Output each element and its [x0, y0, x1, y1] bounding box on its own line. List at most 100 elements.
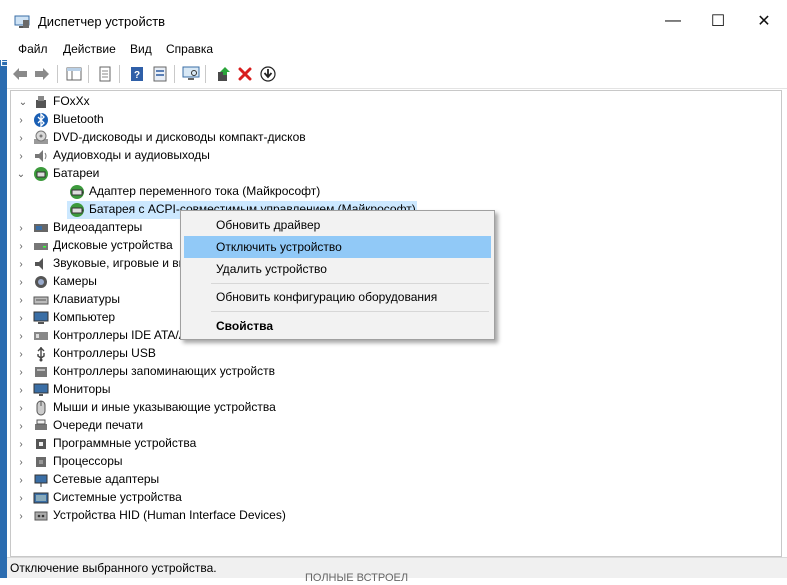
battery-device-icon [70, 203, 84, 217]
toolbar-separator [174, 65, 175, 83]
tree-category-item[interactable]: › Процессоры [19, 453, 551, 471]
chevron-right-icon[interactable]: › [15, 417, 27, 435]
tree-category-item[interactable]: › Системные устройства [19, 489, 551, 507]
mouse-icon [36, 400, 46, 416]
chevron-right-icon[interactable]: › [15, 237, 27, 255]
toolbar-separator [88, 65, 89, 83]
tree-category-item[interactable]: › Контроллеры запоминающих устройств [19, 363, 551, 381]
chevron-right-icon[interactable]: › [15, 345, 27, 363]
background-window-strip: E [0, 40, 8, 585]
properties-toolbar-button[interactable] [95, 64, 115, 84]
toolbar-separator [205, 65, 206, 83]
chevron-right-icon[interactable]: › [15, 291, 27, 309]
usb-icon [37, 347, 45, 362]
chevron-down-icon[interactable]: ⌄ [15, 165, 27, 183]
console-tree-icon [66, 67, 82, 81]
tree-root-label: FOxXx [53, 94, 90, 108]
update-driver-menu-item[interactable]: Обновить драйвер [184, 214, 491, 236]
tree-item-label: Камеры [53, 274, 97, 288]
chevron-right-icon[interactable]: › [15, 471, 27, 489]
chevron-down-icon[interactable]: ⌄ [17, 93, 29, 111]
menu-view[interactable]: Вид [130, 42, 152, 56]
tree-item-label: Клавиатуры [53, 292, 120, 306]
maximize-button[interactable]: ☐ [695, 6, 741, 36]
properties-label: Свойства [216, 319, 274, 333]
uninstall-toolbar-button[interactable] [235, 64, 255, 84]
tree-item-label: Аудиовходы и аудиовыходы [53, 148, 210, 162]
back-button[interactable] [10, 64, 30, 84]
update-driver-label: Обновить драйвер [216, 218, 321, 232]
scan-hardware-toolbar-button[interactable] [181, 64, 201, 84]
show-hide-console-tree-button[interactable] [64, 64, 84, 84]
chevron-right-icon[interactable]: › [15, 381, 27, 399]
menu-file[interactable]: Файл [18, 42, 48, 56]
disable-toolbar-button[interactable] [258, 64, 278, 84]
scan-hardware-label: Обновить конфигурацию оборудования [216, 290, 438, 304]
battery-device-icon [70, 185, 84, 199]
uninstall-device-menu-item[interactable]: Удалить устройство [184, 258, 491, 280]
chevron-right-icon[interactable]: › [15, 273, 27, 291]
tree-category-item[interactable]: › Устройства HID (Human Interface Devices… [19, 507, 551, 525]
chevron-right-icon[interactable]: › [15, 309, 27, 327]
tree-category-item[interactable]: › Программные устройства [19, 435, 551, 453]
chevron-right-icon[interactable]: › [15, 507, 27, 525]
chevron-right-icon[interactable]: › [15, 363, 27, 381]
toolbar-separator [119, 65, 120, 83]
update-driver-icon [218, 67, 230, 81]
tree-category-item[interactable]: › Bluetooth [19, 111, 551, 129]
scan-monitor-icon [182, 66, 200, 80]
back-arrow-icon [13, 68, 27, 80]
menu-action[interactable]: Действие [63, 42, 116, 56]
close-button[interactable]: ✕ [741, 6, 787, 36]
close-icon: ✕ [757, 13, 771, 30]
tree-category-item[interactable]: › Контроллеры USB [19, 345, 551, 363]
window-title: Диспетчер устройств [38, 14, 166, 29]
chevron-right-icon[interactable]: › [15, 399, 27, 417]
view-toolbar-button[interactable] [150, 64, 170, 84]
battery-icon [34, 167, 48, 181]
display-adapter-icon [34, 224, 48, 232]
chevron-right-icon[interactable]: › [15, 219, 27, 237]
tree-item-label: Устройства HID (Human Interface Devices) [53, 508, 286, 522]
view-list-icon [153, 66, 167, 82]
svg-text:?: ? [134, 70, 140, 81]
tree-category-item[interactable]: › Мониторы [19, 381, 551, 399]
forward-button[interactable] [32, 64, 52, 84]
tree-category-item[interactable]: › Сетевые адаптеры [19, 471, 551, 489]
toolbar: ? [7, 60, 787, 89]
chevron-right-icon[interactable]: › [15, 453, 27, 471]
chevron-right-icon[interactable]: › [15, 327, 27, 345]
disk-drive-icon [34, 243, 48, 250]
chevron-right-icon[interactable]: › [15, 255, 27, 273]
tree-category-item[interactable]: › Мыши и иные указывающие устройства [19, 399, 551, 417]
update-driver-toolbar-button[interactable] [213, 64, 233, 84]
tree-child-item[interactable]: Адаптер переменного тока (Майкрософт) [67, 183, 587, 201]
tree-item-label: Контроллеры запоминающих устройств [53, 364, 275, 378]
tree-category-item[interactable]: › DVD-дисководы и дисководы компакт-диско… [19, 129, 551, 147]
help-toolbar-button[interactable]: ? [127, 64, 147, 84]
system-device-icon [33, 492, 49, 504]
background-text: ПОЛНЫЕ ВСТРОЕЛ [305, 572, 409, 584]
tree-item-label: Дисковые устройства [53, 238, 173, 252]
menu-help[interactable]: Справка [166, 42, 213, 56]
tree-item-label: Программные устройства [53, 436, 197, 450]
chevron-right-icon[interactable]: › [15, 129, 27, 147]
chevron-right-icon[interactable]: › [15, 147, 27, 165]
tree-category-item[interactable]: › Аудиовходы и аудиовыходы [19, 147, 551, 165]
disable-device-menu-item[interactable]: Отключить устройство [184, 236, 491, 258]
chevron-right-icon[interactable]: › [15, 435, 27, 453]
scan-hardware-menu-item[interactable]: Обновить конфигурацию оборудования [184, 286, 491, 308]
menu-bar: Файл Действие Вид Справка [0, 40, 787, 60]
device-manager-icon [14, 15, 30, 28]
tree-item-label: Сетевые адаптеры [53, 472, 160, 486]
minimize-button[interactable]: — [650, 6, 696, 36]
tree-category-item[interactable]: ⌄ Батареи [17, 165, 551, 183]
chevron-right-icon[interactable]: › [15, 111, 27, 129]
tree-category-item[interactable]: › Очереди печати [19, 417, 551, 435]
tree-item-label: Адаптер переменного тока (Майкрософт) [89, 184, 321, 198]
bluetooth-icon [34, 112, 48, 128]
chevron-right-icon[interactable]: › [15, 489, 27, 507]
computer-root-icon [36, 96, 46, 108]
tree-root[interactable]: ⌄ FOxXx [13, 93, 313, 111]
properties-menu-item[interactable]: Свойства [184, 315, 491, 337]
